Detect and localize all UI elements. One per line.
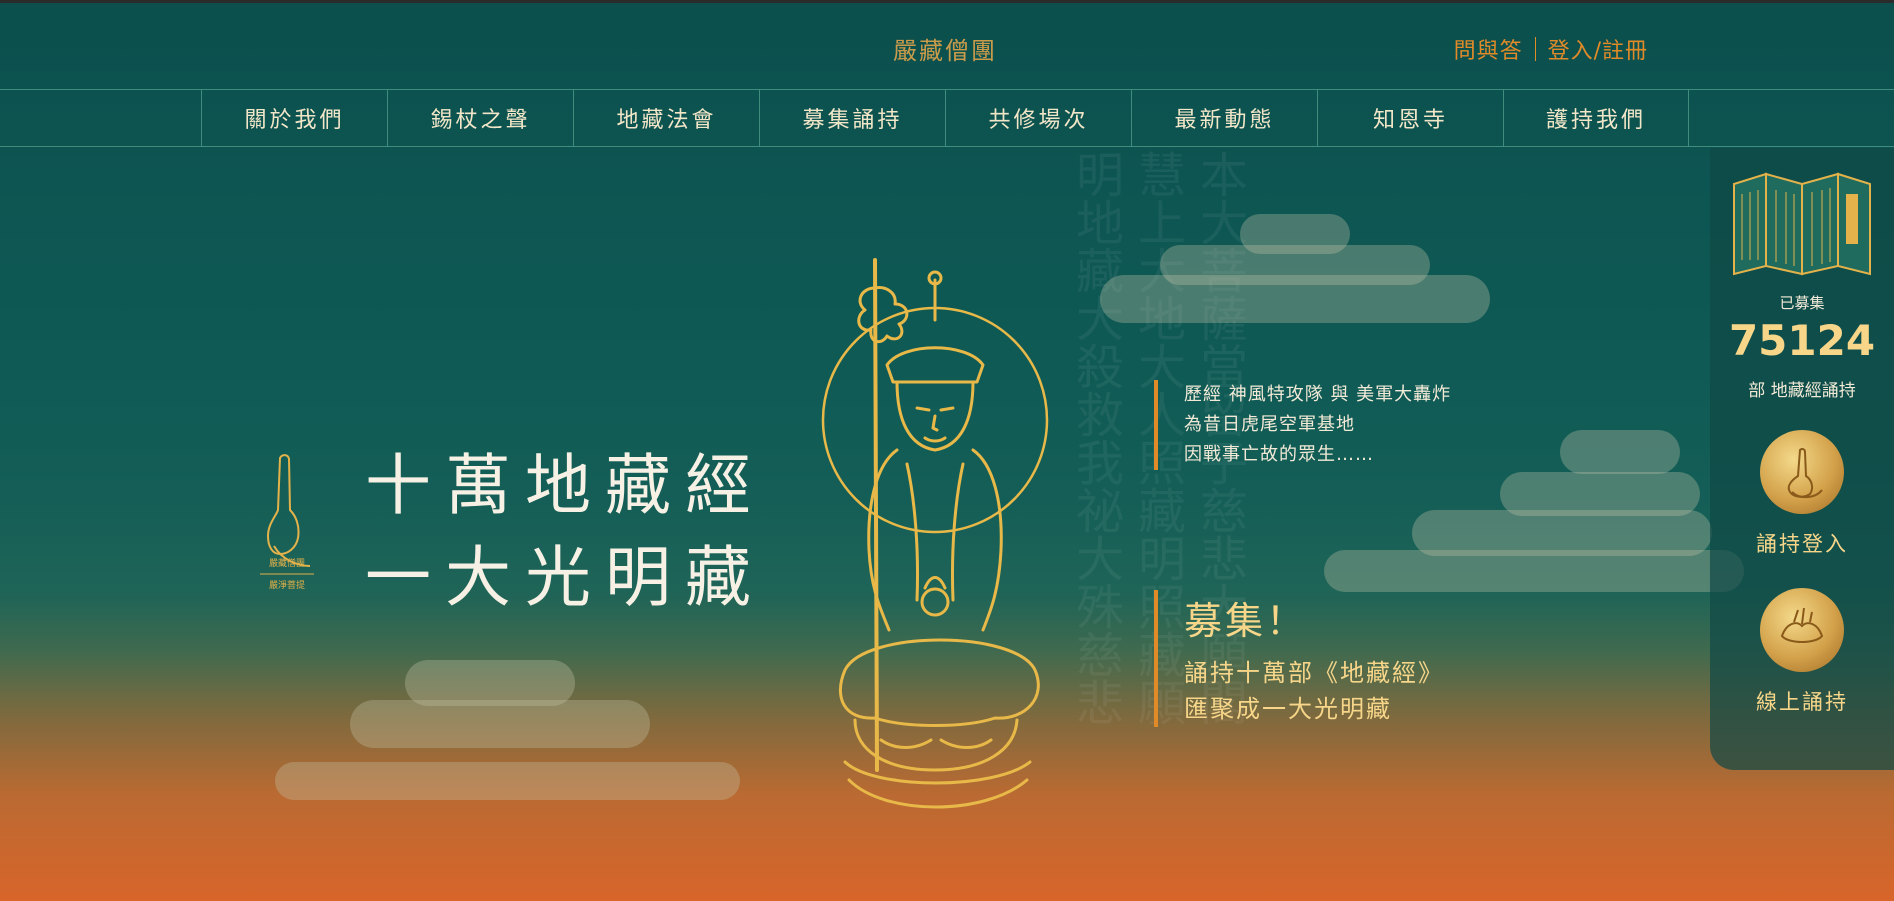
cloud-right: [1324, 550, 1744, 592]
call-line-2: 匯聚成一大光明藏: [1184, 695, 1392, 723]
story-line-1: 歷經 神風特攻隊 與 美軍大轟炸: [1184, 384, 1452, 405]
nav-item-voice[interactable]: 錫杖之聲: [387, 90, 573, 146]
faq-link[interactable]: 問與答: [1454, 33, 1523, 65]
call-title: 募集！: [1184, 599, 1308, 643]
nav-item-group-sessions[interactable]: 共修場次: [945, 90, 1131, 146]
recitation-side-panel: 已募集 75124 部 地藏經誦持 誦持登入 線上誦持: [1710, 148, 1894, 770]
logo-text-bottom: 嚴淨菩提: [269, 579, 305, 591]
nav-item-temple[interactable]: 知恩寺: [1317, 90, 1503, 146]
ksitigarbha-figure: [821, 258, 1049, 809]
top-links: 問與答 登入/註冊: [1454, 33, 1648, 65]
sangha-logo: 嚴藏僧團 嚴淨菩提: [252, 450, 322, 600]
recitation-login-button[interactable]: 誦持登入: [1710, 430, 1894, 558]
site-header: 嚴藏僧團 問與答 登入/註冊: [0, 3, 1894, 89]
hero-title: 十萬地藏經 一大光明藏: [365, 440, 765, 624]
hero-title-line-1: 十萬地藏經: [365, 447, 765, 524]
nav-item-recitation-drive[interactable]: 募集誦持: [759, 90, 945, 146]
call-line-1: 誦持十萬部《地藏經》: [1184, 659, 1444, 687]
nav-item-support[interactable]: 護持我們: [1503, 90, 1689, 146]
online-recitation-label: 線上誦持: [1756, 690, 1848, 714]
recitation-login-label: 誦持登入: [1756, 532, 1848, 556]
cloud-right: [1500, 472, 1700, 516]
praying-hand-icon: 嚴藏僧團 嚴淨菩提: [260, 454, 314, 591]
story-line-2: 為昔日虎尾空軍基地: [1184, 414, 1355, 435]
collected-count: 75124: [1728, 316, 1876, 365]
praying-hands-icon: [1760, 430, 1844, 514]
nav-item-about[interactable]: 關於我們: [201, 90, 387, 146]
cloud-lower-left: [405, 660, 575, 706]
cloud-right: [1412, 510, 1712, 556]
call-to-action: 募集！ 誦持十萬部《地藏經》 匯聚成一大光明藏: [1154, 590, 1444, 727]
cloud-right: [1560, 430, 1680, 474]
cloud-lower-left: [350, 700, 650, 748]
collected-unit: 部 地藏經誦持: [1748, 381, 1856, 401]
cloud-lower-left: [275, 762, 740, 800]
nav-item-news[interactable]: 最新動態: [1131, 90, 1317, 146]
story-line-3: 因戰事亡故的眾生……: [1184, 444, 1374, 465]
hero-title-line-2: 一大光明藏: [365, 539, 765, 616]
mudra-hands-icon: [1760, 588, 1844, 672]
online-recitation-button[interactable]: 線上誦持: [1710, 588, 1894, 716]
nav-item-dharma-assembly[interactable]: 地藏法會: [573, 90, 759, 146]
cloud-upper-right: [1240, 214, 1350, 254]
top-link-divider: [1534, 37, 1536, 61]
login-register-link[interactable]: 登入/註冊: [1548, 33, 1648, 65]
scripture-book-icon: [1733, 172, 1871, 276]
collected-label: 已募集: [1779, 294, 1825, 312]
site-brand[interactable]: 嚴藏僧團: [893, 31, 997, 66]
story-quote: 歷經 神風特攻隊 與 美軍大轟炸 為昔日虎尾空軍基地 因戰事亡故的眾生……: [1154, 380, 1451, 470]
logo-text-top: 嚴藏僧團: [269, 557, 305, 569]
main-nav: 關於我們 錫杖之聲 地藏法會 募集誦持 共修場次 最新動態 知恩寺 護持我們: [0, 89, 1894, 147]
